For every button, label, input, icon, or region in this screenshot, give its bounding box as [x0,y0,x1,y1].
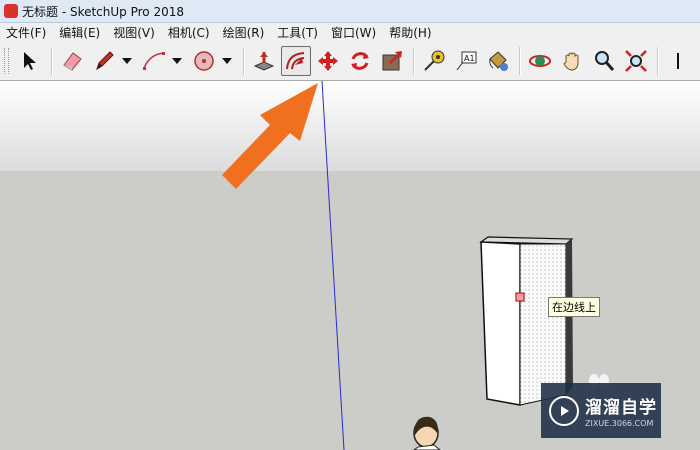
eraser-tool-button[interactable] [57,46,87,76]
text-tool-button[interactable]: A1 [451,46,481,76]
orbit-tool-button[interactable] [525,46,555,76]
watermark-url: ZIXUE.3066.COM [585,419,654,428]
rotate-icon [351,52,369,70]
offset-icon [286,52,305,70]
menu-camera[interactable]: 相机(C) [162,24,217,41]
arc-tool-button[interactable] [139,46,169,76]
eraser-icon [63,52,82,71]
svg-text:A1: A1 [464,54,475,63]
zoom-tool-button[interactable] [589,46,619,76]
menu-edit[interactable]: 编辑(E) [53,24,107,41]
watermark-text: 溜溜自学 ZIXUE.3066.COM [585,393,657,428]
hand-pan-icon [563,52,579,71]
move-tool-button[interactable] [313,46,343,76]
pencil-icon [96,51,114,71]
offset-tool-button[interactable] [281,46,311,76]
toolbar-separator [51,47,53,75]
menu-view[interactable]: 视图(V) [107,24,162,41]
sketchup-app-icon [4,4,18,18]
push-pull-tool-button[interactable] [249,46,279,76]
text-label-icon: A1 [456,51,477,71]
circle-shape-icon [194,51,214,71]
watermark-badge: 溜溜自学 ZIXUE.3066.COM [541,383,661,438]
menu-window[interactable]: 窗口(W) [325,24,383,41]
arc-icon [143,52,165,70]
menu-tools[interactable]: 工具(T) [271,24,325,41]
paint-bucket-tool-button[interactable] [483,46,513,76]
arc-dropdown[interactable] [171,46,183,76]
blue-axis-line [321,81,345,450]
orbit-icon [529,55,551,67]
pan-tool-button[interactable] [557,46,587,76]
3d-box-model [479,236,574,406]
tape-measure-tool-button[interactable] [419,46,449,76]
menu-bar: 文件(F) 编辑(E) 视图(V) 相机(C) 绘图(R) 工具(T) 窗口(W… [0,23,700,42]
dropdown-triangle-icon [122,58,132,64]
play-logo-icon [549,395,579,426]
inference-point-marker [515,292,525,302]
box-left-face [480,241,521,406]
shapes-dropdown[interactable] [221,46,233,76]
rotate-tool-button[interactable] [345,46,375,76]
scale-tool-button[interactable] [377,46,407,76]
move-arrows-icon [318,51,338,71]
window-title: 无标题 - SketchUp Pro 2018 [22,4,184,19]
toolbar-separator [243,47,245,75]
magnifier-zoom-icon [595,51,615,71]
paint-bucket-icon [489,51,508,71]
toolbar-separator [413,47,415,75]
zoom-extents-icon [625,50,647,72]
scale-icon [382,51,402,71]
orange-arrow-pointer [222,83,318,189]
person-figure [413,416,441,450]
dropdown-triangle-icon [222,58,232,64]
menu-file[interactable]: 文件(F) [0,24,53,41]
box-right-face-selected [519,243,567,406]
push-pull-icon [253,52,275,71]
select-tool-button[interactable] [15,46,45,76]
zoom-extents-tool-button[interactable] [621,46,651,76]
pencil-tool-button[interactable] [89,46,119,76]
box-side-shadow [566,239,573,395]
toolbar-separator [657,47,659,75]
pencil-dropdown[interactable] [121,46,133,76]
inference-tooltip: 在边线上 [548,297,600,317]
menu-help[interactable]: 帮助(H) [383,24,438,41]
title-bar: 无标题 - SketchUp Pro 2018 [0,0,700,23]
shapes-tool-button[interactable] [189,46,219,76]
toolbar-overflow-button[interactable] [663,46,693,76]
tape-measure-icon [424,50,445,71]
select-arrow-icon [24,52,36,70]
dropdown-triangle-icon [172,58,182,64]
toolbar-grip[interactable] [4,48,9,74]
watermark-title: 溜溜自学 [585,398,657,418]
toolbar-separator [519,47,521,75]
overflow-icon [677,53,679,69]
main-toolbar: A1 [0,42,700,81]
menu-draw[interactable]: 绘图(R) [217,24,272,41]
